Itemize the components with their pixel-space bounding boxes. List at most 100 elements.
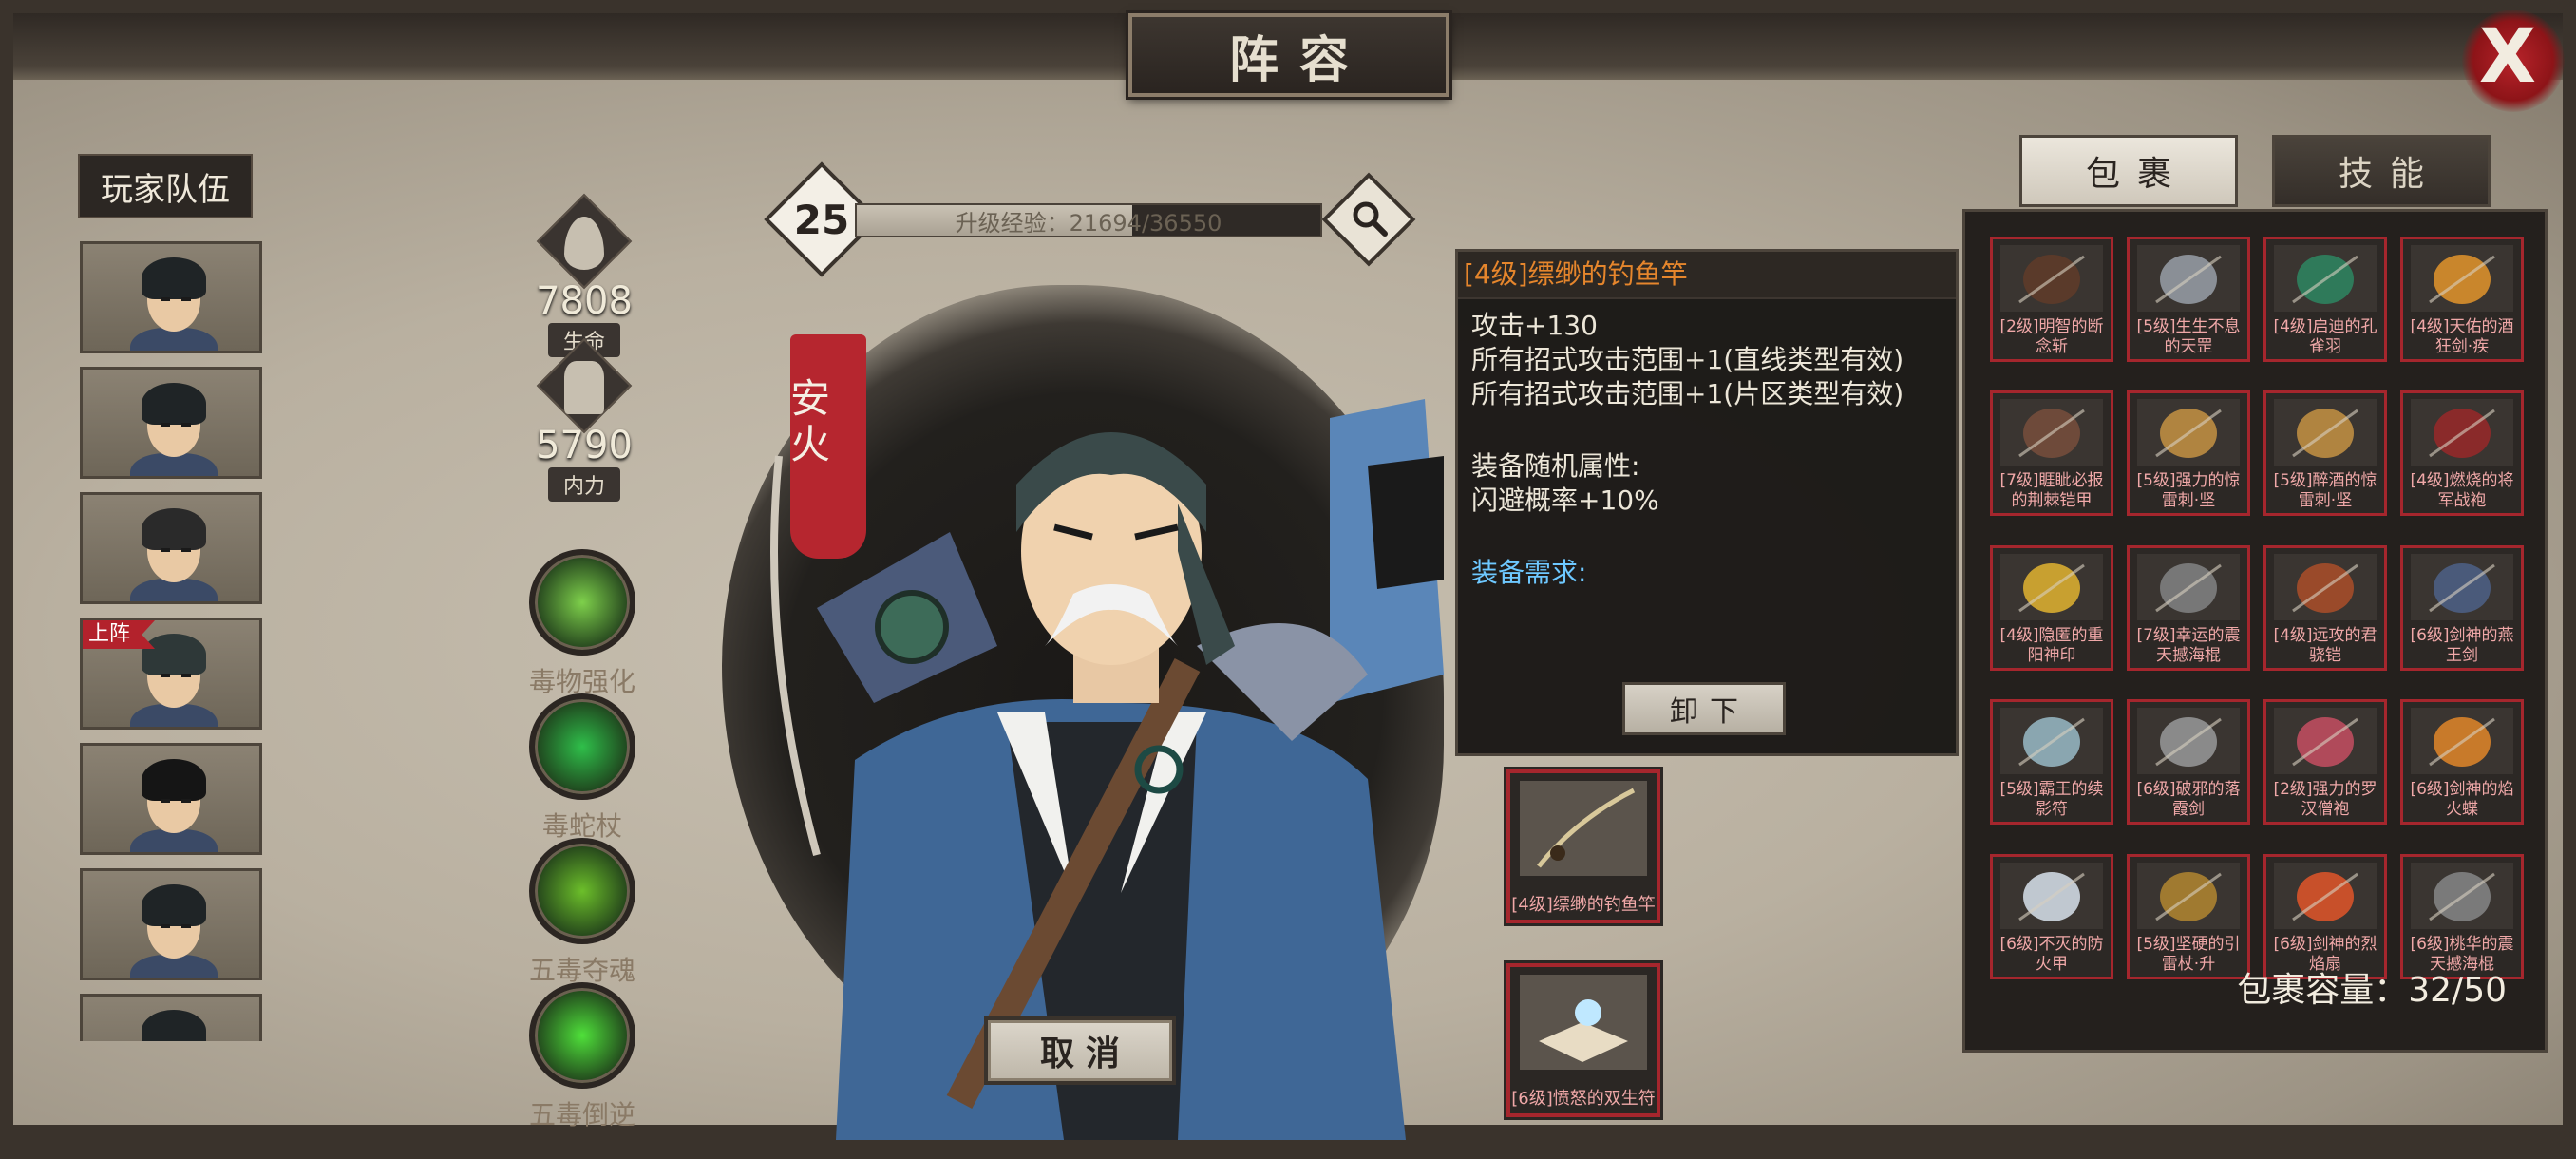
skill-name: 五毒倒逆 (528, 1099, 635, 1130)
item-name: [6级]不灭的防火甲 (1999, 934, 2104, 974)
item-icon (2411, 862, 2513, 929)
inventory-item[interactable]: [6级]剑神的燕王剑 (2400, 544, 2524, 671)
hero-slot[interactable]: 上阵 (80, 618, 262, 730)
unequip-button[interactable]: 卸下 (1622, 682, 1786, 735)
inventory-item[interactable]: [6级]剑神的烈焰扇 (2263, 853, 2387, 979)
item-name: [2级]明智的断念斩 (1999, 317, 2104, 356)
equipped-item-name: [4级]缥缈的钓鱼竿 (1511, 895, 1656, 915)
inventory-item[interactable]: [6级]不灭的防火甲 (1990, 853, 2113, 979)
hero-slot[interactable] (80, 241, 262, 353)
tooltip-line: 所有招式攻击范围+1(直线类型有效) (1471, 344, 1904, 375)
inventory-item[interactable]: [7级]睚眦必报的荆棘铠甲 (1990, 390, 2113, 517)
tab-bag[interactable]: 包裹 (2019, 135, 2238, 207)
item-icon (2137, 553, 2240, 620)
skill-item[interactable]: 五毒夺魂 (511, 838, 653, 988)
book-icon (1520, 975, 1647, 1070)
inventory-item[interactable]: [5级]霸王的续影符 (1990, 699, 2113, 826)
page-title: 阵容 (1128, 13, 1449, 97)
item-icon (2274, 399, 2377, 466)
hero-avatar (126, 753, 221, 852)
close-button[interactable]: X (2462, 10, 2565, 112)
item-icon (2274, 862, 2377, 929)
team-label-text: 玩家队伍 (101, 170, 230, 209)
skill-icon (529, 838, 635, 944)
inventory-panel: [2级]明智的断念斩 [5级]生生不息的天罡 [4级]启迪的孔雀羽 [4级]天佑的酒狂… (1962, 209, 2548, 1053)
inventory-item[interactable]: [5级]醉酒的惊雷刺·坚 (2263, 390, 2387, 517)
inventory-item[interactable]: [2级]明智的断念斩 (1990, 237, 2113, 362)
hero-avatar (126, 377, 221, 476)
inventory-item[interactable]: [6级]桃华的震天撼海棍 (2400, 853, 2524, 979)
item-icon (2000, 553, 2103, 620)
requirement-label: 装备需求: (1471, 557, 1587, 588)
hero-avatar (126, 879, 221, 978)
item-name: [4级]隐匿的重阳神印 (1999, 625, 2104, 665)
mp-body-icon (564, 361, 604, 414)
item-name: [5级]霸王的续影符 (1999, 780, 2104, 820)
item-name: [7级]睚眦必报的荆棘铠甲 (1999, 471, 2104, 511)
mp-label: 内力 (547, 467, 620, 502)
item-icon (2000, 862, 2103, 929)
item-icon (2000, 708, 2103, 775)
item-name: [4级]远攻的君骁铠 (2273, 625, 2377, 665)
item-name: [5级]强力的惊雷刺·坚 (2136, 471, 2241, 511)
fishing-rod-icon (1520, 781, 1647, 876)
item-icon (2137, 708, 2240, 775)
hero-slot[interactable] (80, 743, 262, 855)
inventory-item[interactable]: [6级]剑神的焰火蝶 (2400, 699, 2524, 826)
tab-bag-label: 包裹 (2085, 155, 2188, 194)
unequip-label: 卸下 (1670, 695, 1750, 729)
tooltip-line: 所有招式攻击范围+1(片区类型有效) (1471, 378, 1904, 409)
inventory-grid[interactable]: [2级]明智的断念斩 [5级]生生不息的天罡 [4级]启迪的孔雀羽 [4级]天佑的酒狂… (1990, 237, 2545, 987)
equipped-accessory-slot[interactable]: [6级]愤怒的双生符 (1506, 963, 1660, 1117)
inventory-item[interactable]: [4级]天佑的酒狂剑·疾 (2400, 237, 2524, 362)
item-icon (2137, 399, 2240, 466)
tooltip-line: 攻击+130 (1471, 310, 1598, 341)
inventory-item[interactable]: [6级]破邪的落霞剑 (2127, 699, 2250, 826)
inventory-item[interactable]: [4级]远攻的君骁铠 (2263, 544, 2387, 671)
item-icon (2137, 245, 2240, 312)
item-name: [5级]坚硬的引雷杖·升 (2136, 934, 2241, 974)
item-icon (2274, 245, 2377, 312)
title-text: 阵容 (1228, 30, 1370, 89)
skill-item[interactable]: 五毒倒逆 (511, 982, 653, 1132)
skill-item[interactable]: 毒蛇杖 (511, 694, 653, 844)
inventory-item[interactable]: [5级]坚硬的引雷杖·升 (2127, 853, 2250, 979)
inventory-item[interactable]: [4级]启迪的孔雀羽 (2263, 237, 2387, 362)
inventory-item[interactable]: [2级]强力的罗汉僧袍 (2263, 699, 2387, 826)
inventory-item[interactable]: [5级]强力的惊雷刺·坚 (2127, 390, 2250, 517)
hero-slot[interactable] (80, 994, 262, 1041)
hero-slot[interactable] (80, 367, 262, 479)
hero-avatar (126, 252, 221, 351)
skill-icon (529, 982, 635, 1089)
hero-name: 安火 (790, 375, 831, 467)
item-icon (2411, 399, 2513, 466)
inventory-item[interactable]: [4级]隐匿的重阳神印 (1990, 544, 2113, 671)
hero-roster[interactable]: 上阵 (80, 241, 262, 1041)
hero-avatar (126, 503, 221, 601)
equipped-item-name: [6级]愤怒的双生符 (1511, 1089, 1656, 1109)
item-icon (2274, 708, 2377, 775)
item-icon (2274, 553, 2377, 620)
hero-slot[interactable] (80, 868, 262, 980)
team-label: 玩家队伍 (78, 154, 253, 218)
item-icon (2411, 245, 2513, 312)
close-icon: X (2478, 14, 2537, 100)
equipped-weapon-slot[interactable]: [4级]缥缈的钓鱼竿 (1506, 770, 1660, 923)
inventory-item[interactable]: [5级]生生不息的天罡 (2127, 237, 2250, 362)
hp-stat: 7808 生命 (522, 193, 646, 357)
item-name: [4级]燃烧的将军战袍 (2410, 471, 2514, 511)
exp-bar: 升级经验：21694/36550 (855, 203, 1322, 238)
random-attr-value: 闪避概率+10% (1471, 484, 1659, 516)
skill-icon (529, 694, 635, 800)
mp-stat: 5790 内力 (522, 337, 646, 502)
item-name: [5级]生生不息的天罡 (2136, 317, 2241, 356)
item-name: [7级]幸运的震天撼海棍 (2136, 625, 2241, 665)
inventory-item[interactable]: [4级]燃烧的将军战袍 (2400, 390, 2524, 517)
skill-item[interactable]: 毒物强化 (511, 549, 653, 699)
skill-icon (529, 549, 635, 656)
cancel-button[interactable]: 取消 (984, 1016, 1176, 1085)
inventory-item[interactable]: [7级]幸运的震天撼海棍 (2127, 544, 2250, 671)
tab-skills[interactable]: 技能 (2272, 135, 2491, 207)
item-name: [5级]醉酒的惊雷刺·坚 (2273, 471, 2377, 511)
hero-slot[interactable] (80, 492, 262, 604)
